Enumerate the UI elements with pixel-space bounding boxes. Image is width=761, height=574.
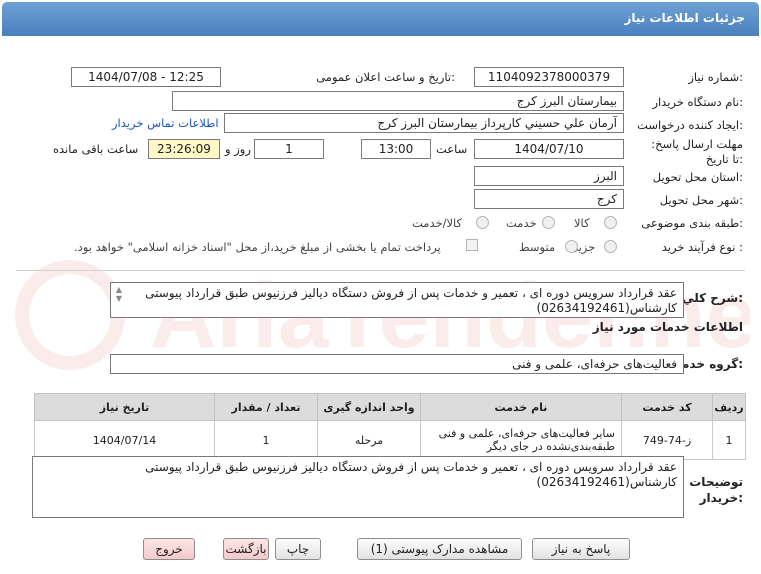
category-radio-goods[interactable]	[604, 216, 617, 229]
days-field[interactable]: 1	[254, 139, 324, 159]
province-label: استان محل تحویل:	[652, 170, 743, 184]
scroll-arrows-icon[interactable]: ▲ ▼	[113, 285, 125, 303]
cell-service-code: ز-74-749	[621, 420, 713, 460]
buyer-notes-text: عقد قرارداد سرویس دوره ای ، تعمیر و خدما…	[145, 460, 677, 489]
buyer-org-field[interactable]: بیمارستان البرز کرج	[172, 91, 624, 111]
announce-field[interactable]: 1404/07/08 - 12:25	[71, 67, 221, 87]
process-radio-medium[interactable]	[565, 240, 578, 253]
deadline-time-label: ساعت	[436, 142, 468, 156]
process-label: نوع فرآیند خرید :	[661, 240, 743, 254]
deadline-time-field[interactable]: 13:00	[361, 139, 431, 159]
cell-unit: مرحله	[317, 420, 421, 460]
process-radio-minor[interactable]	[604, 240, 617, 253]
deadline-label: مهلت ارسال پاسخ: تا تاریخ:	[651, 137, 743, 166]
col-header-need-date: تاریخ نیاز	[34, 393, 215, 421]
cell-row-number: 1	[712, 420, 746, 460]
contact-buyer-link[interactable]: اطلاعات تماس خریدار	[112, 116, 219, 130]
requester-field[interactable]: آرمان علي حسيني كارپرداز بیمارستان البرز…	[224, 113, 624, 133]
treasury-payment-note: پرداخت تمام یا بخشی از مبلغ خرید،از محل …	[74, 240, 441, 254]
category-radio-service[interactable]	[542, 216, 555, 229]
reply-button[interactable]: پاسخ به نیاز	[532, 538, 630, 560]
table-header-row: ردیف کد خدمت نام خدمت واحد اندازه گیری ت…	[34, 393, 746, 421]
announce-label: تاریخ و ساعت اعلان عمومی:	[316, 70, 455, 84]
service-group-field[interactable]: فعالیت‌های حرفه‌ای، علمی و فنی	[110, 354, 684, 374]
services-table: ردیف کد خدمت نام خدمت واحد اندازه گیری ت…	[34, 393, 746, 460]
remaining-label: ساعت باقی مانده	[53, 142, 139, 156]
cell-service-name: سایر فعالیت‌های حرفه‌ای، علمی و فنی طبقه…	[420, 420, 622, 460]
remaining-time-field: 23:26:09	[148, 139, 220, 159]
category-radio-goods-service[interactable]	[476, 216, 489, 229]
city-label: شهر محل تحویل:	[659, 193, 743, 207]
exit-button[interactable]: خروج	[143, 538, 195, 560]
need-number-field[interactable]: 1104092378000379	[474, 67, 624, 87]
process-option-medium: متوسط	[519, 240, 556, 254]
summary-textarea[interactable]: ▲ ▼ عقد قرارداد سرویس دوره ای ، تعمیر و خ…	[110, 282, 684, 318]
cell-need-date: 1404/07/14	[34, 420, 215, 460]
buyer-notes-textarea[interactable]: عقد قرارداد سرویس دوره ای ، تعمیر و خدما…	[32, 456, 684, 518]
col-header-unit: واحد اندازه گیری	[317, 393, 421, 421]
category-option-service: خدمت	[506, 216, 537, 230]
attachments-button[interactable]: مشاهده مدارک پیوستی (1)	[357, 538, 522, 560]
deadline-date-field[interactable]: 1404/07/10	[474, 139, 624, 159]
back-button[interactable]: بازگشت	[223, 538, 269, 560]
col-header-row-number: ردیف	[712, 393, 746, 421]
requester-label: ایجاد کننده درخواست:	[637, 118, 743, 132]
col-header-service-name: نام خدمت	[420, 393, 622, 421]
divider	[16, 270, 745, 271]
title-bar: جزئیات اطلاعات نیاز	[2, 2, 759, 36]
buyer-org-label: نام دستگاه خریدار:	[652, 95, 743, 109]
cell-quantity: 1	[214, 420, 318, 460]
page-title: جزئیات اطلاعات نیاز	[624, 11, 745, 25]
print-button[interactable]: چاپ	[275, 538, 321, 560]
treasury-payment-checkbox[interactable]	[466, 239, 478, 251]
col-header-quantity: تعداد / مقدار	[214, 393, 318, 421]
province-field[interactable]: البرز	[474, 166, 624, 186]
col-header-service-code: کد خدمت	[621, 393, 713, 421]
days-label: روز و	[225, 142, 251, 156]
category-option-goods-service: کالا/خدمت	[412, 216, 463, 230]
need-number-label: شماره نیاز:	[688, 70, 743, 84]
table-row: 1 ز-74-749 سایر فعالیت‌های حرفه‌ای، علمی…	[34, 420, 746, 460]
category-label: طبقه بندی موضوعی:	[641, 216, 743, 230]
category-option-goods: کالا	[574, 216, 590, 230]
services-section-title: اطلاعات خدمات مورد نیاز	[592, 320, 743, 334]
summary-text: عقد قرارداد سرویس دوره ای ، تعمیر و خدما…	[145, 286, 677, 315]
city-field[interactable]: کرج	[474, 189, 624, 209]
